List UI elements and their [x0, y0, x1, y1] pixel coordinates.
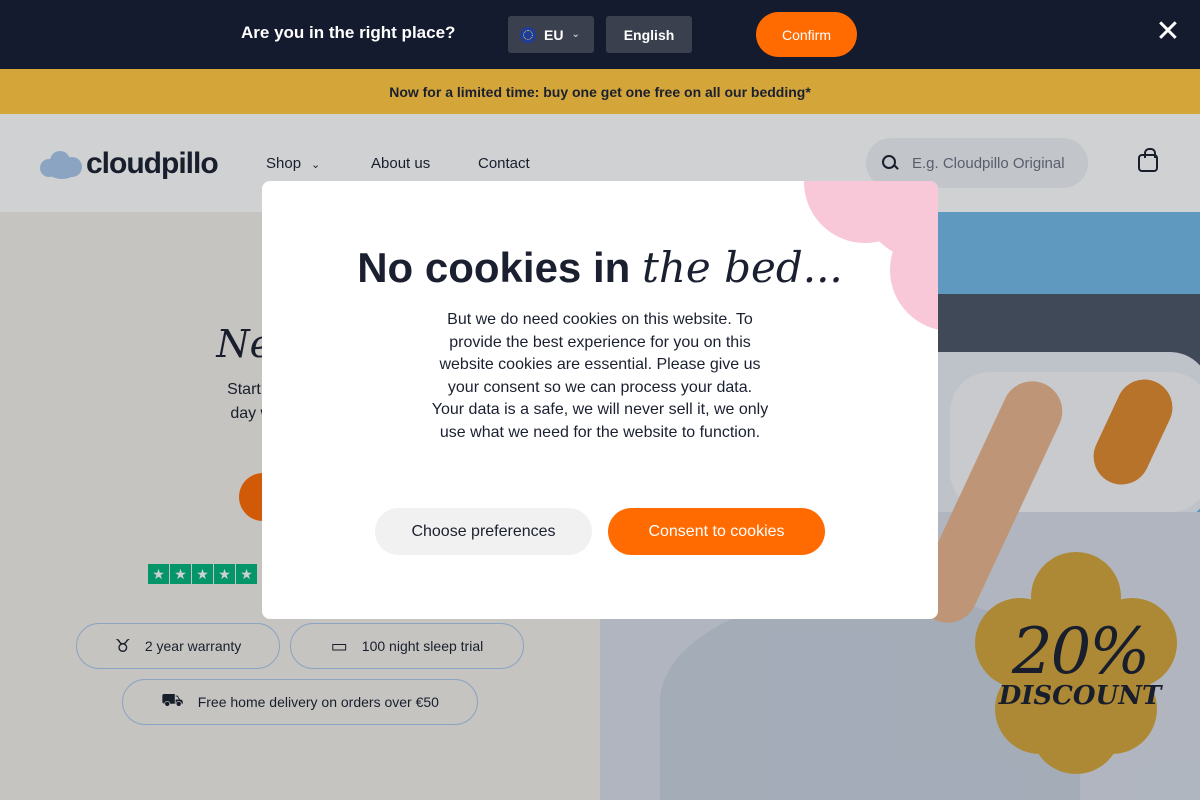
region-value: EU [544, 26, 564, 43]
region-select[interactable]: EU ⌄ [508, 16, 594, 53]
region-question: Are you in the right place? [241, 23, 456, 42]
promo-banner: Now for a limited time: buy one get one … [0, 69, 1200, 114]
modal-body: But we do need cookies on this website. … [431, 311, 769, 441]
consent-to-cookies-button[interactable]: Consent to cookies [608, 508, 825, 555]
region-bar: Are you in the right place? EU ⌄ English… [0, 0, 1200, 69]
chevron-down-icon: ⌄ [571, 29, 580, 40]
choose-preferences-button[interactable]: Choose preferences [375, 508, 592, 555]
confirm-region-button[interactable]: Confirm [756, 12, 857, 57]
close-icon[interactable]: ✕ [1154, 17, 1182, 47]
cookie-modal: No cookies in the bed... But we do need … [262, 181, 938, 619]
eu-flag-icon [520, 26, 536, 43]
modal-title: No cookies in the bed... [357, 243, 843, 292]
language-select[interactable]: English [606, 16, 692, 53]
